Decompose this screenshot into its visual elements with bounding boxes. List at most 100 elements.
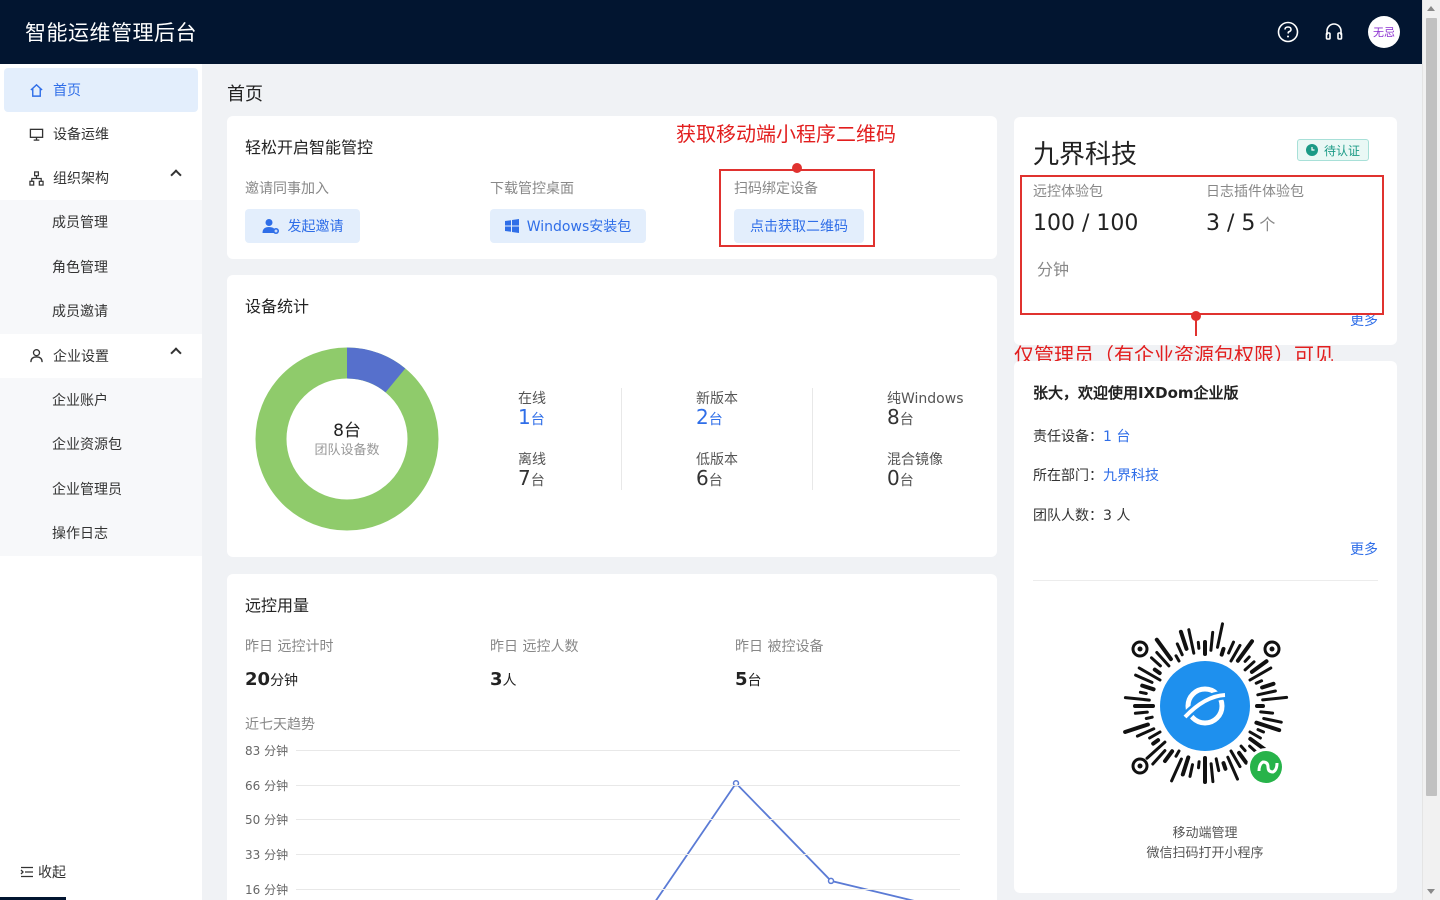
- qr-ray: [1219, 646, 1226, 657]
- sidebar-item-label: 企业设置: [53, 348, 109, 365]
- scroll-up-icon[interactable]: [1427, 6, 1435, 11]
- windows-icon: [504, 219, 519, 233]
- qr-ray: [1209, 630, 1215, 652]
- sidebar-item-label: 组织架构: [53, 171, 109, 187]
- qr-ray: [1152, 667, 1162, 676]
- trend-line-chart: [655, 779, 915, 900]
- qr-ray: [1239, 744, 1247, 753]
- qr-ray: [1221, 761, 1228, 771]
- chart-gridline: [296, 853, 960, 855]
- qr-ray: [1214, 757, 1221, 773]
- avatar[interactable]: 无忌: [1368, 16, 1400, 48]
- sidebar-item-roles[interactable]: 角色管理: [0, 245, 202, 290]
- add-user-icon: [262, 219, 279, 234]
- chart-y-tick-label: 83 分钟: [245, 744, 289, 758]
- metric-duration-label: 昨日 远控计时: [245, 639, 334, 655]
- sidebar-item-members[interactable]: 成员管理: [0, 200, 202, 245]
- qr-ray: [1256, 728, 1265, 734]
- enterprise-submenu: 企业账户 企业资源包 企业管理员 操作日志: [0, 377, 202, 556]
- qr-ray: [1243, 655, 1251, 663]
- qr-ray: [1187, 628, 1196, 655]
- qr-ray: [1248, 730, 1262, 740]
- quick-start-title: 轻松开启智能管控: [245, 138, 374, 157]
- company-name: 九界科技: [1033, 140, 1138, 170]
- home-icon: [28, 82, 44, 98]
- qr-ray: [1135, 727, 1156, 738]
- chart-gridline: [296, 750, 960, 751]
- stat-offline-value: 7台: [518, 466, 545, 490]
- sidebar-item-op-log[interactable]: 操作日志: [0, 511, 202, 556]
- page-title: 首页: [227, 84, 263, 105]
- qr-ray: [1259, 710, 1275, 715]
- qr-caption-title: 移动端管理: [1172, 826, 1238, 841]
- stat-mixed-value: 0台: [887, 466, 914, 490]
- sidebar-item-home[interactable]: 首页: [4, 68, 198, 112]
- donut-center-value: 8台: [333, 421, 361, 441]
- sidebar-item-resource-pack[interactable]: 企业资源包: [0, 422, 202, 467]
- remote-usage-title: 远控用量: [245, 596, 310, 615]
- user-icon: [28, 348, 44, 364]
- trend-series-line: [655, 781, 915, 900]
- qr-annotation-box: [719, 169, 875, 247]
- qr-ray: [1180, 755, 1191, 777]
- welcome-more-link[interactable]: 更多: [1350, 539, 1378, 559]
- chart-y-tick-label: 33 分钟: [245, 847, 289, 862]
- chart-gridline: [296, 889, 960, 891]
- windows-download-label: Windows安装包: [526, 219, 632, 235]
- metric-devices-value: 5台: [735, 669, 762, 690]
- qr-ray: [1144, 715, 1154, 720]
- scroll-thumb[interactable]: [1426, 18, 1437, 796]
- sidebar-item-org[interactable]: 组织架构: [0, 156, 202, 200]
- qr-ray: [1148, 730, 1162, 740]
- qr-ray: [1134, 673, 1154, 684]
- clock-icon: [1306, 144, 1318, 156]
- windows-download-button[interactable]: Windows安装包: [490, 209, 646, 243]
- chart-y-tick-label: 66 分钟: [245, 779, 289, 794]
- sidebar-item-account[interactable]: 企业账户: [0, 378, 202, 423]
- device-stats-title: 设备统计: [245, 297, 310, 316]
- page-scrollbar[interactable]: [1422, 0, 1440, 900]
- qr-ray: [1197, 760, 1201, 770]
- monitor-icon: [28, 126, 44, 142]
- sidebar-item-invites[interactable]: 成员邀请: [0, 289, 202, 334]
- mini-program-qr-code: [1123, 622, 1289, 786]
- stat-online-value: 1台: [518, 405, 545, 429]
- sidebar-item-device-ops[interactable]: 设备运维: [0, 112, 202, 156]
- stat-new-version-value: 2台: [696, 405, 723, 429]
- help-icon[interactable]: [1276, 20, 1300, 44]
- stat-divider: [621, 388, 622, 490]
- qr-ray: [1151, 738, 1161, 746]
- sidebar-item-enterprise-settings[interactable]: 企业设置: [0, 334, 202, 378]
- qr-ray: [1237, 750, 1249, 765]
- metric-users-label: 昨日 远控人数: [490, 639, 579, 655]
- qr-caption-hint: 微信扫码打开小程序: [1146, 846, 1264, 861]
- trend-data-point[interactable]: [827, 877, 835, 885]
- annotation-leader: [1195, 316, 1197, 336]
- headset-icon[interactable]: [1322, 20, 1346, 44]
- scroll-down-icon[interactable]: [1427, 889, 1435, 894]
- info-row-department: 所在部门：九界科技: [1033, 468, 1159, 484]
- invite-button-label: 发起邀请: [287, 219, 344, 235]
- qr-ray: [1262, 717, 1283, 724]
- qr-ray: [1150, 656, 1162, 668]
- qr-ray: [1227, 640, 1235, 655]
- invite-button[interactable]: 发起邀请: [245, 209, 360, 243]
- collapse-button[interactable]: 收起: [20, 862, 66, 882]
- qr-annotation: 获取移动端小程序二维码: [676, 122, 896, 146]
- admin-annotation-box: [1020, 175, 1384, 315]
- qr-ray: [1123, 696, 1151, 702]
- sidebar-item-admins[interactable]: 企业管理员: [0, 467, 202, 512]
- status-badge: 待认证: [1297, 139, 1370, 161]
- collapse-label: 收起: [38, 865, 66, 881]
- chevron-up-icon: [170, 169, 182, 181]
- chart-gridline: [296, 785, 960, 787]
- qr-ray: [1133, 710, 1149, 715]
- qr-ray: [1261, 695, 1289, 702]
- info-row-team: 团队人数：3 人: [1033, 508, 1131, 524]
- chart-y-tick-label: 16 分钟: [245, 883, 289, 898]
- sidebar-item-label: 设备运维: [53, 127, 109, 143]
- stat-divider: [812, 388, 813, 490]
- divider: [1033, 580, 1378, 581]
- metric-devices-label: 昨日 被控设备: [735, 639, 824, 655]
- metric-users-value: 3人: [490, 669, 517, 690]
